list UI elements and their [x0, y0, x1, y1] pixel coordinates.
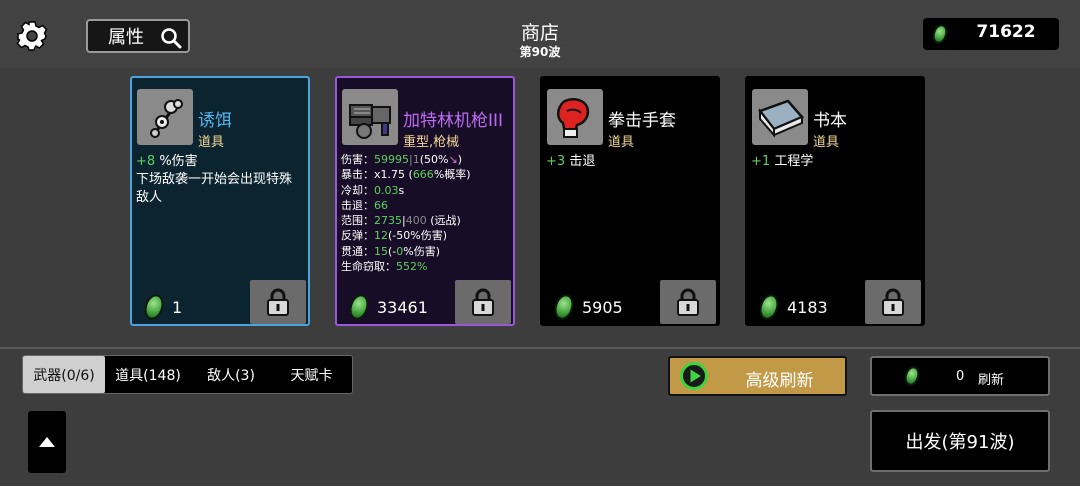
price-value: 4183	[787, 297, 828, 317]
stat-crit: 暴击：x1.75 (666%概率)	[341, 168, 471, 182]
refresh-label: 刷新	[978, 373, 1005, 388]
effect-text: %伤害	[159, 154, 198, 169]
coin-icon	[756, 291, 782, 323]
depart-label: 出发(第91波)	[905, 432, 1015, 453]
coin-icon	[141, 291, 167, 323]
attributes-button-label: 属性	[108, 27, 144, 48]
damage-type-icon: ↘	[448, 153, 458, 166]
tab-items[interactable]: 道具(148)	[105, 356, 191, 393]
up-arrow-icon	[39, 437, 55, 447]
item-name: 诱饵	[198, 111, 232, 131]
effect-text: 工程学	[774, 154, 814, 169]
wave-label: 第90波	[519, 45, 561, 59]
item-type: 道具	[198, 135, 225, 150]
lock-icon	[472, 288, 494, 316]
bait-icon	[150, 99, 183, 138]
money-value: 71622	[976, 22, 1036, 42]
stat-pierce: 贯通：15(-0%伤害)	[341, 244, 441, 258]
item-name: 拳击手套	[608, 111, 676, 131]
advanced-refresh-label: 高级刷新	[745, 371, 814, 391]
price-value: 1	[172, 297, 183, 317]
item-description: +8 %伤害 下场敌袭一开始会出现特殊敌人	[136, 153, 304, 207]
price-tag: 33461	[341, 291, 428, 323]
lock-icon	[267, 288, 289, 316]
effect-value: +8	[136, 154, 156, 169]
effect-desc: 下场敌袭一开始会出现特殊敌人	[136, 172, 293, 205]
weapon-stats: 伤害：59995|1(50%↘) 暴击：x1.75 (666%概率) 冷却：0.…	[341, 152, 511, 274]
refresh-button[interactable]: 0 刷新	[870, 356, 1050, 396]
stat-cooldown: 冷却：0.03s	[341, 183, 405, 197]
price-value: 5905	[582, 297, 623, 317]
item-image	[547, 89, 603, 145]
advanced-refresh-button[interactable]: 高级刷新	[668, 356, 847, 396]
item-type: 道具	[813, 135, 840, 150]
tab-talent-cards[interactable]: 天赋卡	[271, 356, 352, 393]
price-value: 33461	[377, 297, 428, 317]
gatling-gun-icon	[349, 104, 391, 139]
refresh-cost: 0	[956, 369, 965, 384]
book-icon	[757, 99, 805, 138]
tab-enemies[interactable]: 敌人(3)	[191, 356, 271, 393]
item-name: 加特林机枪III	[403, 111, 504, 131]
price-tag: 5905	[546, 291, 623, 323]
shop-card-book[interactable]: 书本 道具 +1 工程学 4183	[745, 76, 925, 326]
item-image	[137, 89, 193, 145]
boxing-glove-icon	[557, 98, 590, 138]
effect-value: +1	[751, 154, 771, 169]
divider	[0, 347, 1080, 349]
coin-icon	[902, 364, 922, 388]
coin-icon	[930, 22, 950, 46]
coin-icon	[346, 291, 372, 323]
search-icon	[161, 28, 182, 49]
effect-value: +3	[546, 154, 566, 169]
lock-button[interactable]	[865, 280, 921, 324]
stat-damage: 伤害：59995|1(50%↘)	[341, 153, 462, 166]
effect-text: 击退	[569, 154, 596, 169]
item-name: 书本	[813, 111, 847, 131]
attributes-button[interactable]: 属性	[86, 19, 190, 53]
lock-icon	[882, 288, 904, 316]
lock-icon	[677, 288, 699, 316]
lock-button[interactable]	[455, 280, 511, 324]
depart-button[interactable]: 出发(第91波)	[870, 410, 1050, 472]
lock-button[interactable]	[660, 280, 716, 324]
stat-knockback: 击退：66	[341, 198, 388, 212]
shop-card-boxing-glove[interactable]: 拳击手套 道具 +3 击退 5905	[540, 76, 720, 326]
shop-card-gatling[interactable]: 加特林机枪III 重型,枪械 伤害：59995|1(50%↘) 暴击：x1.75…	[335, 76, 515, 326]
stat-bounce: 反弹：12(-50%伤害)	[341, 229, 448, 243]
lock-button[interactable]	[250, 280, 306, 324]
expand-button[interactable]	[28, 411, 66, 473]
tab-weapons[interactable]: 武器(0/6)	[23, 356, 105, 393]
item-type: 重型,枪械	[403, 135, 460, 150]
coin-icon	[551, 291, 577, 323]
item-image	[342, 89, 398, 145]
item-image	[752, 89, 808, 145]
page-title: 商店	[520, 22, 559, 44]
stat-range: 范围：2735|400 (远战)	[341, 214, 461, 228]
money-display: 71622	[923, 18, 1059, 50]
price-tag: 1	[136, 291, 183, 323]
gear-icon[interactable]	[16, 20, 48, 52]
item-type: 道具	[608, 135, 635, 150]
item-description: +1 工程学	[751, 153, 919, 171]
price-tag: 4183	[751, 291, 828, 323]
shop-card-bait[interactable]: 诱饵 道具 +8 %伤害 下场敌袭一开始会出现特殊敌人 1	[130, 76, 310, 326]
item-description: +3 击退	[546, 153, 714, 171]
stat-lifesteal: 生命窃取：552%	[341, 260, 428, 274]
play-icon	[680, 362, 708, 390]
inventory-tabs: 武器(0/6) 道具(148) 敌人(3) 天赋卡	[22, 355, 353, 394]
